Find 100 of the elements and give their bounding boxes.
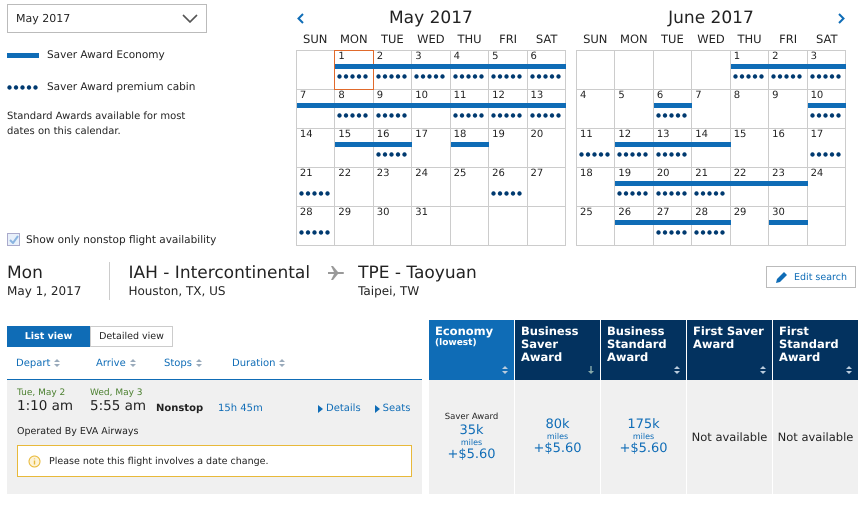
stops: Nonstop (156, 403, 204, 414)
day-number[interactable]: 31 (415, 207, 428, 218)
day-number[interactable]: 11 (454, 90, 466, 101)
day-number[interactable]: 29 (338, 207, 352, 218)
weekday-label: WED (416, 32, 446, 48)
next-month-button[interactable] (836, 11, 846, 25)
day-number[interactable]: 7 (695, 90, 702, 101)
sort-column-header[interactable]: Depart (7, 358, 87, 368)
view-tab[interactable]: Detailed view (90, 326, 173, 347)
nonstop-checkbox[interactable] (7, 233, 20, 246)
destination-city: Taipei, TW (358, 284, 420, 298)
taxes-fee: +$5.60 (447, 447, 496, 462)
day-number[interactable]: 29 (734, 207, 746, 218)
sort-column-header[interactable]: Arrive (87, 358, 155, 368)
day-number[interactable]: 6 (530, 51, 537, 62)
day-number[interactable]: 15 (338, 129, 352, 140)
day-number[interactable]: 16 (376, 129, 390, 140)
weekday: Mon (7, 262, 44, 284)
day-number[interactable]: 5 (618, 90, 625, 101)
day-number[interactable]: 17 (415, 129, 428, 140)
economy-bar-icon (7, 52, 39, 58)
day-number[interactable]: 8 (734, 90, 740, 101)
day-number[interactable]: 12 (618, 129, 632, 140)
day-number[interactable]: 27 (530, 168, 544, 179)
details-link[interactable]: Details (318, 403, 361, 414)
sort-column-header[interactable]: Stops (155, 358, 223, 368)
day-number[interactable]: 28 (695, 207, 708, 218)
fare-column-header[interactable]: Economy (lowest) (429, 320, 514, 380)
sort-icon (130, 359, 136, 367)
day-number[interactable]: 3 (415, 51, 422, 62)
alert-message: Please note this flight involves a date change. (49, 456, 268, 466)
fare-column-header[interactable]: First Standard Award (773, 320, 858, 380)
day-number[interactable]: 11 (580, 129, 593, 140)
miles-amount[interactable]: 80k (545, 418, 570, 432)
day-number[interactable]: 9 (376, 90, 384, 101)
fare-column-header[interactable]: Business Saver Award (515, 320, 600, 380)
day-number[interactable]: 30 (376, 207, 390, 218)
day-number[interactable]: 12 (492, 90, 505, 101)
month-title: May 2017 (388, 8, 474, 28)
day-number[interactable]: 10 (810, 90, 824, 101)
day-number[interactable]: 30 (772, 207, 785, 218)
day-number[interactable]: 23 (772, 168, 785, 179)
sort-column-header[interactable]: Duration (223, 358, 313, 368)
day-number[interactable]: 25 (580, 207, 593, 218)
day-number[interactable]: 13 (656, 129, 670, 140)
day-number[interactable]: 2 (376, 51, 384, 62)
seats-link[interactable]: Seats (374, 403, 410, 414)
day-number[interactable]: 21 (695, 168, 708, 179)
info-icon (28, 454, 41, 468)
weekday-label: WED (696, 32, 726, 48)
chevron-down-icon (182, 14, 198, 23)
day-number[interactable]: 24 (415, 168, 428, 179)
day-number[interactable]: 9 (772, 90, 778, 101)
day-number[interactable]: 28 (300, 207, 313, 218)
depart-date: Tue, May 2 (17, 388, 66, 398)
day-number[interactable]: 25 (454, 168, 466, 179)
day-number[interactable]: 4 (454, 51, 460, 62)
day-number[interactable]: 23 (376, 168, 390, 179)
day-number[interactable]: 14 (695, 129, 708, 140)
day-number[interactable]: 10 (415, 90, 428, 101)
previous-month-button[interactable] (296, 11, 306, 25)
day-number[interactable]: 24 (810, 168, 824, 179)
unavailable-text: Not available (692, 430, 768, 444)
day-number[interactable]: 19 (492, 129, 505, 140)
day-number[interactable]: 3 (810, 51, 817, 62)
miles-unit: miles (460, 438, 482, 447)
day-number[interactable]: 15 (734, 129, 746, 140)
view-tab[interactable]: List view (7, 326, 90, 347)
day-number[interactable]: 19 (618, 168, 632, 179)
weekday-label: TUE (380, 32, 405, 48)
day-number[interactable]: 22 (734, 168, 746, 179)
month-dropdown[interactable]: May 2017 (7, 4, 207, 33)
day-number[interactable]: 16 (772, 129, 785, 140)
day-number[interactable]: 5 (492, 51, 498, 62)
day-number[interactable]: 1 (338, 51, 345, 62)
day-number[interactable]: 1 (734, 51, 740, 62)
day-number[interactable]: 14 (300, 129, 313, 140)
day-number[interactable]: 2 (772, 51, 778, 62)
day-number[interactable]: 17 (810, 129, 824, 140)
fare-column-header[interactable]: First Saver Award (687, 320, 772, 380)
day-number[interactable]: 6 (656, 90, 664, 101)
fare-column-header[interactable]: Business Standard Award (601, 320, 686, 380)
day-number[interactable]: 21 (300, 168, 313, 179)
day-number[interactable]: 20 (530, 129, 544, 140)
day-number[interactable]: 26 (492, 168, 505, 179)
caret-icon (374, 404, 380, 412)
day-number[interactable]: 7 (300, 90, 306, 101)
weekday-label: FRI (778, 32, 798, 48)
day-number[interactable]: 26 (618, 207, 632, 218)
edit-search-button[interactable]: Edit search (766, 266, 856, 288)
day-number[interactable]: 20 (656, 168, 670, 179)
day-number[interactable]: 22 (338, 168, 352, 179)
day-number[interactable]: 27 (656, 207, 670, 218)
day-number[interactable]: 13 (530, 90, 544, 101)
day-number[interactable]: 18 (580, 168, 593, 179)
miles-amount[interactable]: 175k (627, 418, 660, 432)
miles-amount[interactable]: 35k (459, 424, 484, 438)
day-number[interactable]: 18 (454, 129, 466, 140)
day-number[interactable]: 4 (580, 90, 586, 101)
day-number[interactable]: 8 (338, 90, 345, 101)
